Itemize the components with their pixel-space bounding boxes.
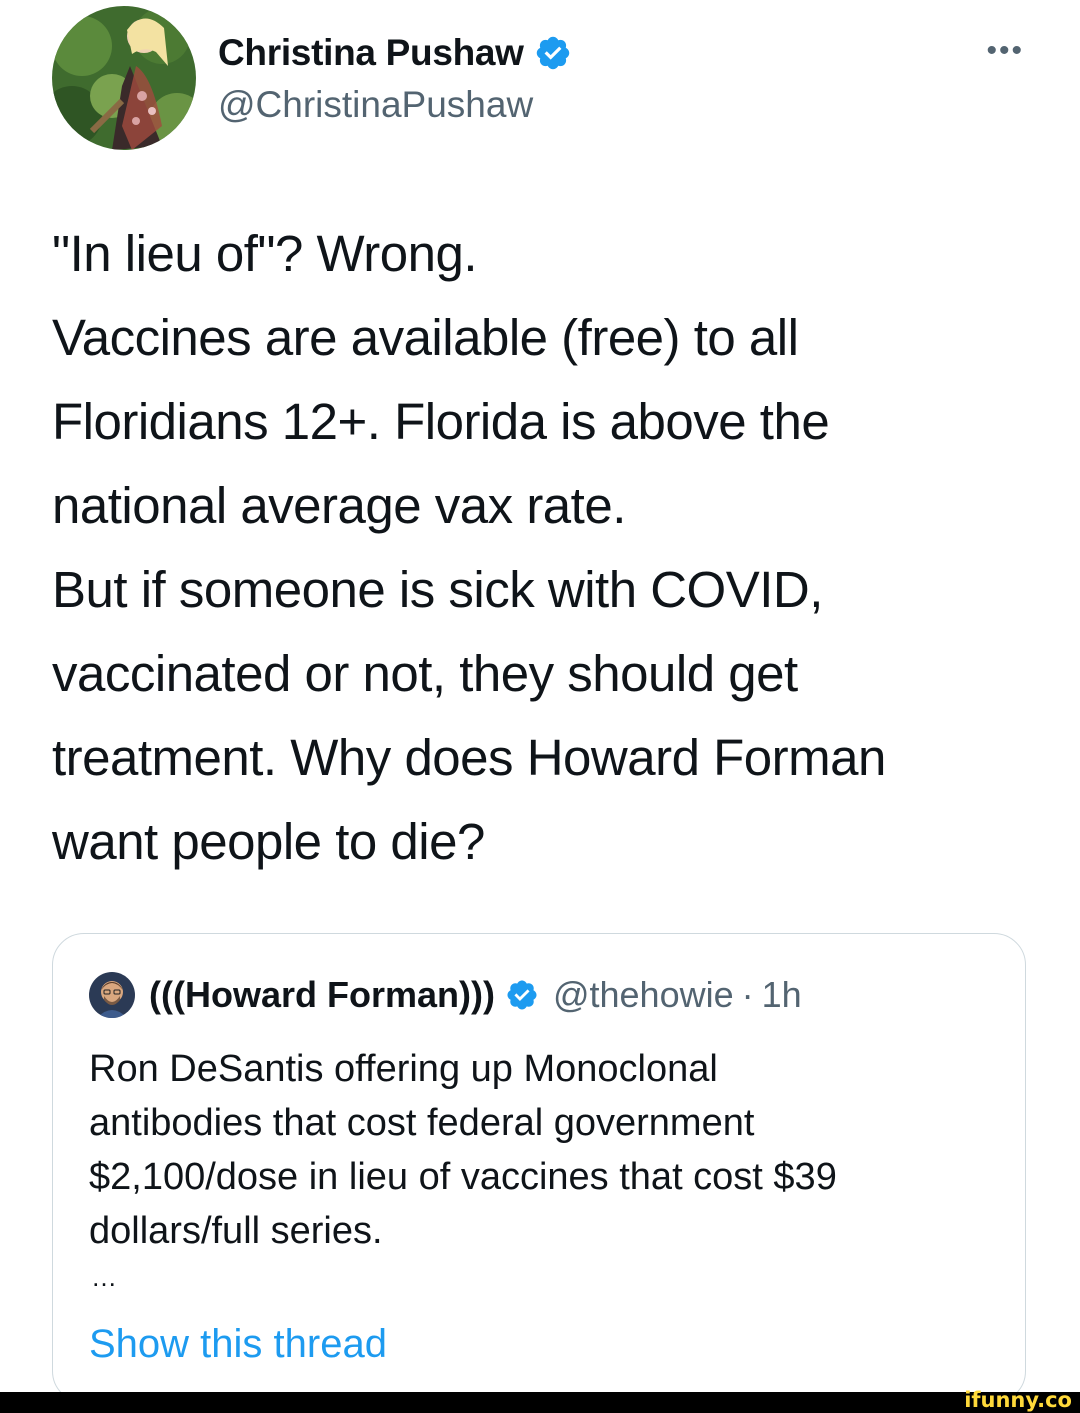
tweet-line: "In lieu of"? Wrong.: [52, 225, 478, 282]
author-name[interactable]: Christina Pushaw: [218, 32, 524, 74]
tweet-line: national average vax rate.: [52, 477, 626, 534]
tweet-line: treatment. Why does Howard Forman: [52, 729, 886, 786]
tweet-header: Christina Pushaw @ChristinaPushaw •••: [52, 6, 1032, 150]
author-avatar[interactable]: [52, 6, 196, 150]
quoted-tweet-text: Ron DeSantis offering up Monoclonal anti…: [89, 1042, 999, 1258]
quoted-line: $2,100/dose in lieu of vaccines that cos…: [89, 1156, 837, 1198]
ifunny-watermark: ifunny.co: [964, 1388, 1072, 1412]
verified-badge-icon: [507, 980, 537, 1010]
dot-separator: ·: [741, 974, 754, 1015]
truncation-ellipsis: …: [91, 1262, 118, 1292]
author-name-row: Christina Pushaw: [218, 32, 572, 74]
quoted-line: dollars/full series.: [89, 1210, 383, 1252]
quoted-tweet-header: (((Howard Forman))) @thehowie · 1h: [89, 972, 802, 1018]
watermark-bar: [0, 1392, 1080, 1413]
verified-badge-icon: [536, 36, 569, 70]
author-handle[interactable]: @ChristinaPushaw: [218, 84, 533, 126]
quoted-author-name[interactable]: (((Howard Forman))): [149, 974, 495, 1016]
more-options-icon[interactable]: •••: [986, 34, 1024, 68]
quoted-tweet[interactable]: (((Howard Forman))) @thehowie · 1h Ron D…: [52, 933, 1026, 1403]
quoted-line: antibodies that cost federal government: [89, 1102, 755, 1144]
tweet-line: want people to die?: [52, 813, 485, 870]
tweet-line: vaccinated or not, they should get: [52, 645, 798, 702]
quoted-author-handle[interactable]: @thehowie: [553, 974, 734, 1016]
tweet-text: "In lieu of"? Wrong. Vaccines are availa…: [52, 212, 1042, 884]
show-thread-link[interactable]: Show this thread: [89, 1322, 387, 1367]
quoted-line: Ron DeSantis offering up Monoclonal: [89, 1048, 718, 1090]
tweet-line: Floridians 12+. Florida is above the: [52, 393, 830, 450]
tweet-line: Vaccines are available (free) to all: [52, 309, 799, 366]
quoted-author-avatar[interactable]: [89, 972, 135, 1018]
tweet-line: But if someone is sick with COVID,: [52, 561, 823, 618]
quoted-timestamp[interactable]: 1h: [762, 974, 802, 1016]
